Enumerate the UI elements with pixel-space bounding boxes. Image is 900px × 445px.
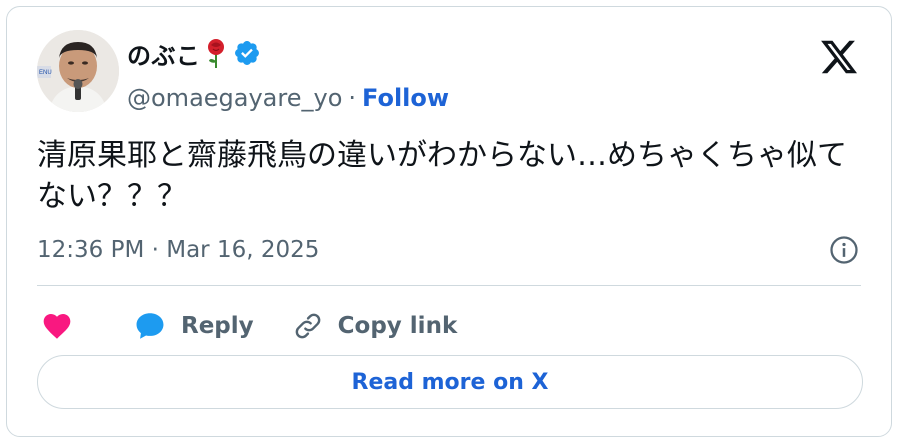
author-display-name[interactable]: のぶこ [127,36,201,71]
rose-icon [205,37,227,69]
reply-bubble-icon [136,313,164,339]
tweet-timestamp[interactable]: 12:36 PM · Mar 16, 2025 [37,237,319,263]
link-icon [295,313,320,339]
verified-badge-icon [233,39,261,67]
heart-icon[interactable] [41,310,73,342]
read-more-button[interactable]: Read more on X [37,355,863,409]
tweet-embed-card: ENU のぶこ @omaegayare_yo · Follow 清原果耶と齋藤飛… [6,6,892,437]
info-icon[interactable] [829,235,859,265]
separator-dot: · [348,84,357,112]
tweet-text: 清原果耶と齋藤飛鳥の違いがわからない…めちゃくちゃ似てない？？？ [37,138,847,214]
author-name-row: のぶこ [127,33,261,73]
x-logo-icon[interactable] [819,37,859,77]
reply-button[interactable]: Reply [133,309,254,343]
author-handle-row: @omaegayare_yo · Follow [127,81,449,115]
follow-button[interactable]: Follow [362,84,449,112]
divider [37,285,861,286]
copy-link-label: Copy link [337,313,458,339]
avatar[interactable]: ENU [37,30,119,112]
author-handle[interactable]: @omaegayare_yo [127,84,342,112]
svg-text:ENU: ENU [39,70,52,76]
avatar-image: ENU [37,30,119,112]
copy-link-button[interactable]: Copy link [292,310,458,342]
reply-label: Reply [181,313,254,339]
action-bar: Reply Copy link [37,303,457,349]
